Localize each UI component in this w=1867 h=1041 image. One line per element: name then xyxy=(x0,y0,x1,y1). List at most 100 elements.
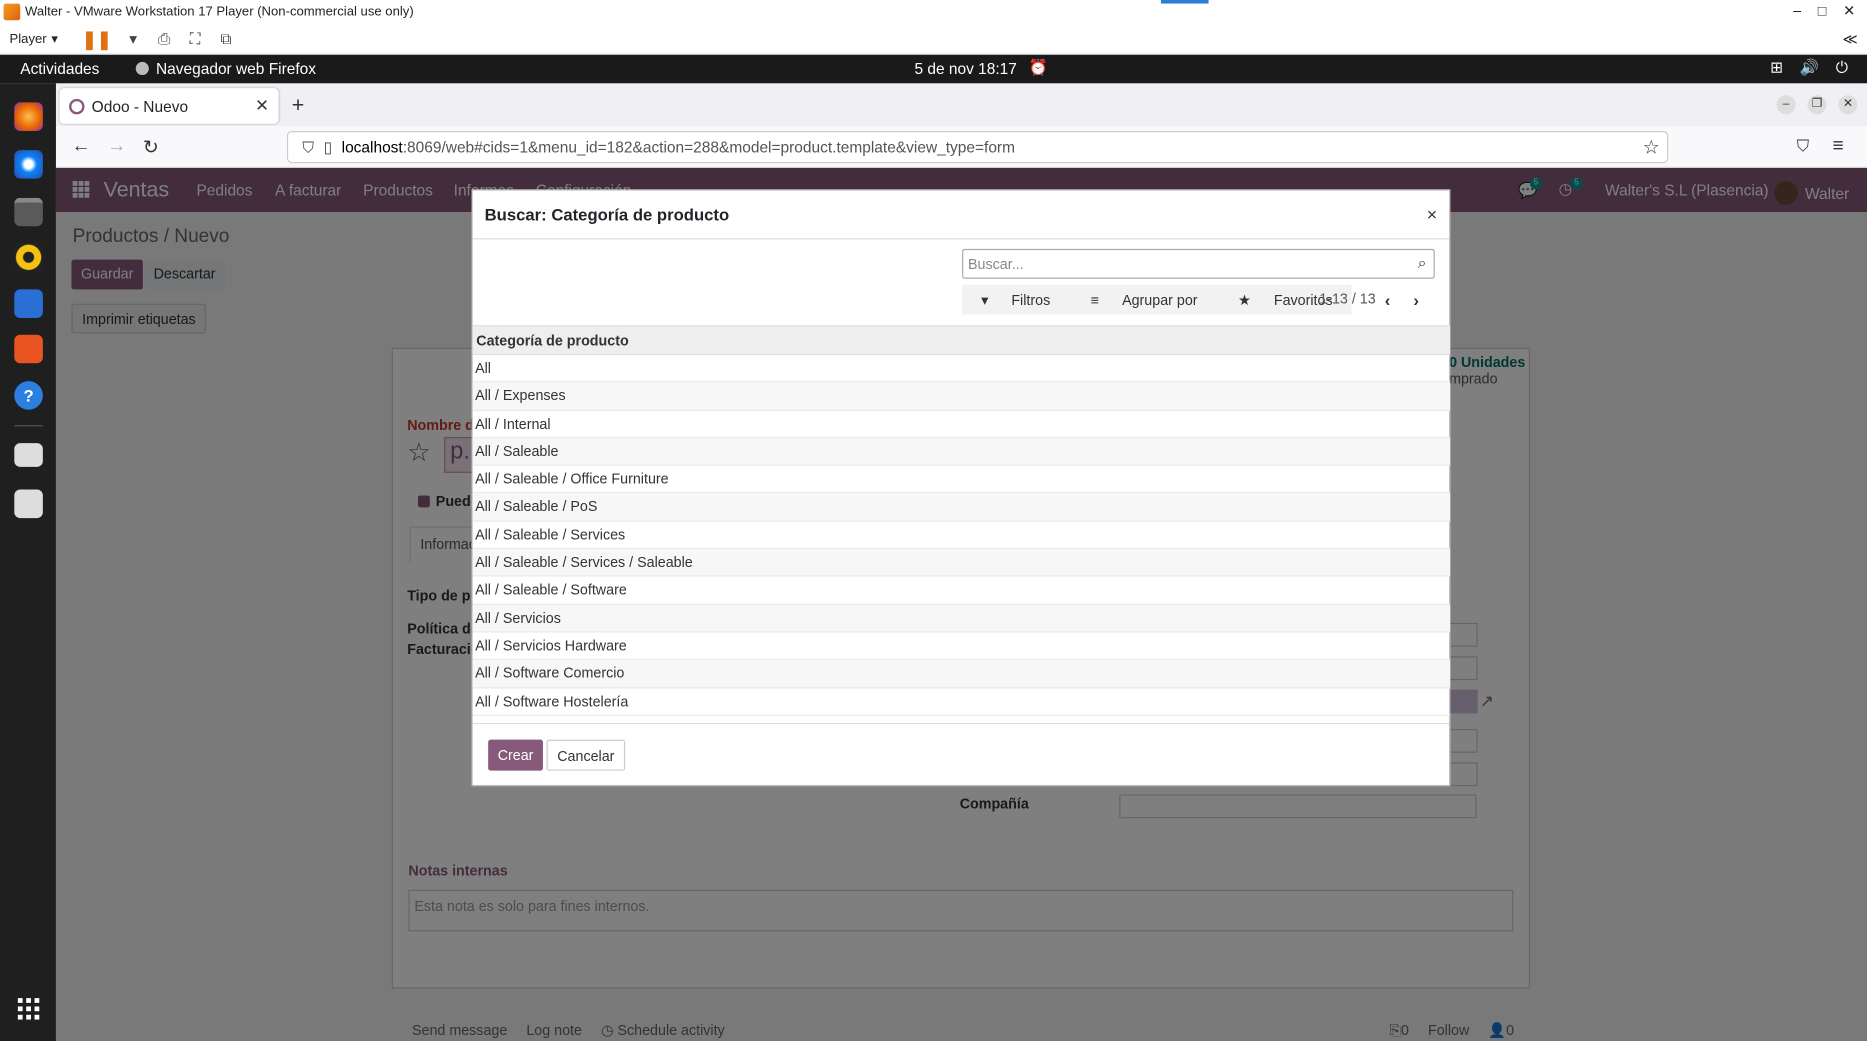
firefox-icon xyxy=(135,61,149,76)
search-input[interactable]: Buscar... ⌕ xyxy=(962,248,1435,279)
pause-icon[interactable]: ❚❚ xyxy=(82,28,112,49)
minimize-icon[interactable]: – xyxy=(1776,95,1796,115)
search-placeholder: Buscar... xyxy=(968,256,1024,273)
divider xyxy=(472,238,1450,240)
divider xyxy=(472,722,1450,725)
show-apps-icon[interactable] xyxy=(17,998,40,1020)
system-tray[interactable]: ⊞ 🔊 ⏻ xyxy=(1770,58,1848,77)
table-row[interactable]: All / Saleable xyxy=(472,438,1451,466)
thunderbird-icon[interactable] xyxy=(14,150,43,179)
browser-tabbar: Odoo - Nuevo ✕ + – ❐ ✕ xyxy=(55,83,1867,127)
filters-label: Filtros xyxy=(1011,291,1051,308)
table-row[interactable]: All / Expenses xyxy=(472,382,1451,411)
back-icon[interactable]: ← xyxy=(71,136,90,157)
table-row[interactable]: All / Saleable / Services / Saleable xyxy=(472,549,1451,577)
chevron-down-icon: ▾ xyxy=(51,32,59,47)
browser-tab[interactable]: Odoo - Nuevo ✕ xyxy=(59,88,279,124)
browser-navbar: ← → ↻ ⛉ ▯ localhost :8069/web#cids=1&men… xyxy=(55,126,1867,168)
rhythmbox-icon[interactable] xyxy=(14,242,43,272)
close-icon[interactable]: × xyxy=(1427,205,1437,225)
trash-icon[interactable] xyxy=(14,489,43,519)
gnome-topbar: Actividades Navegador web Firefox 5 de n… xyxy=(0,54,1867,84)
activities-button[interactable]: Actividades xyxy=(20,60,99,78)
writer-icon[interactable] xyxy=(14,289,43,319)
table-row[interactable]: All / Internal xyxy=(472,410,1451,439)
restore-icon[interactable]: ❐ xyxy=(1807,95,1827,115)
help-icon[interactable]: ? xyxy=(14,381,43,410)
url-path: :8069/web#cids=1&menu_id=182&action=288&… xyxy=(402,138,1015,157)
tracking-shield-icon[interactable]: ⛉ xyxy=(302,138,314,157)
vmware-titlebar: Walter - VMware Workstation 17 Player (N… xyxy=(0,0,1867,24)
dialog-title: Buscar: Categoría de producto xyxy=(484,204,730,224)
firefox-icon[interactable] xyxy=(14,102,43,132)
send-ctrl-alt-del-icon[interactable]: ⎙ xyxy=(155,29,174,48)
fullscreen-icon[interactable]: ⛶ xyxy=(186,29,205,48)
search-options: ▾ Filtros ≡ Agrupar por ★ Favoritos xyxy=(962,284,1352,315)
player-menu-button[interactable]: Player ▾ xyxy=(9,31,59,47)
table-row[interactable]: All / Servicios Hardware xyxy=(472,632,1451,661)
alarm-icon: ⏰ xyxy=(1028,58,1049,77)
bookmark-star-icon[interactable]: ☆ xyxy=(1643,136,1660,160)
vmware-toolbar: Player ▾ ❚❚ ▾ ⎙ ⛶ ⧉ ≪ xyxy=(0,23,1867,55)
group-by-button[interactable]: ≡ Agrupar por xyxy=(1072,291,1217,308)
browser-window-controls: – ❐ ✕ xyxy=(1776,95,1858,115)
tab-title: Odoo - Nuevo xyxy=(91,97,189,115)
unity-icon[interactable]: ⧉ xyxy=(217,29,236,48)
table-row[interactable]: All / Saleable / Software xyxy=(472,577,1451,605)
table-row[interactable]: All / Servicios xyxy=(472,604,1451,633)
collapse-toolbar-button[interactable]: ≪ xyxy=(1843,30,1858,47)
category-table: Categoría de producto All All / Expenses… xyxy=(472,325,1451,723)
close-tab-icon[interactable]: ✕ xyxy=(255,95,269,115)
close-window-button[interactable]: ✕ xyxy=(1843,2,1855,19)
minimize-button[interactable]: – xyxy=(1793,2,1801,19)
vmware-window-title: Walter - VMware Workstation 17 Player (N… xyxy=(25,4,414,20)
url-bar[interactable]: ⛉ ▯ localhost :8069/web#cids=1&menu_id=1… xyxy=(286,131,1669,164)
maximize-button[interactable]: □ xyxy=(1818,2,1827,19)
close-icon[interactable]: ✕ xyxy=(1838,95,1858,115)
search-icon[interactable]: ⌕ xyxy=(1418,254,1427,273)
odoo-favicon-icon xyxy=(69,98,85,114)
filters-button[interactable]: ▾ Filtros xyxy=(962,291,1069,308)
table-row[interactable]: All / Saleable / Office Furniture xyxy=(472,466,1451,494)
clock[interactable]: 5 de nov 18:17 xyxy=(914,60,1016,78)
group-by-label: Agrupar por xyxy=(1122,291,1198,308)
table-row[interactable]: All / Saleable / Services xyxy=(472,521,1451,550)
create-button[interactable]: Crear xyxy=(488,739,543,771)
new-tab-icon[interactable]: + xyxy=(292,93,305,118)
list-icon: ≡ xyxy=(1090,291,1104,308)
pager-prev-icon[interactable]: ‹ xyxy=(1385,291,1391,310)
dock-separator xyxy=(14,425,43,427)
reload-icon[interactable]: ↻ xyxy=(143,136,159,160)
drive-icon[interactable] xyxy=(14,443,43,467)
table-row[interactable]: All / Software Hostelería xyxy=(472,688,1451,716)
url-host: localhost xyxy=(341,138,403,157)
table-row[interactable]: All / Software Comercio xyxy=(472,660,1451,688)
dock: ? xyxy=(0,83,56,1041)
hamburger-menu-icon[interactable]: ≡ xyxy=(1832,136,1843,157)
vmware-logo-icon xyxy=(3,3,21,21)
vmware-window-controls: – □ ✕ xyxy=(1793,2,1855,19)
page-icon: ▯ xyxy=(323,137,333,156)
star-icon: ★ xyxy=(1238,291,1255,308)
column-header[interactable]: Categoría de producto xyxy=(472,325,1451,355)
pager-next-icon[interactable]: › xyxy=(1413,291,1419,310)
table-body: All All / Expenses All / Internal All / … xyxy=(472,355,1451,716)
pocket-icon[interactable]: ⛉ xyxy=(1797,136,1810,156)
table-row[interactable]: All xyxy=(472,355,1451,383)
volume-icon: 🔊 xyxy=(1799,58,1820,77)
filter-icon: ▾ xyxy=(981,291,993,308)
cancel-button[interactable]: Cancelar xyxy=(546,739,626,771)
vmware-accent-bar xyxy=(1160,0,1209,4)
search-category-dialog: Buscar: Categoría de producto × Buscar..… xyxy=(471,189,1451,787)
power-icon: ⏻ xyxy=(1835,58,1848,77)
software-center-icon[interactable] xyxy=(14,334,43,364)
app-menu-label: Navegador web Firefox xyxy=(155,59,317,78)
forward-icon[interactable]: → xyxy=(107,136,126,157)
table-row[interactable]: All / Saleable / PoS xyxy=(472,493,1451,522)
network-icon: ⊞ xyxy=(1770,58,1784,77)
pager[interactable]: 1-13 / 13 xyxy=(1319,291,1375,308)
app-menu[interactable]: Navegador web Firefox xyxy=(135,59,317,78)
player-menu-label: Player xyxy=(9,31,47,46)
files-icon[interactable] xyxy=(14,197,43,227)
chevron-down-icon[interactable]: ▾ xyxy=(124,29,143,48)
